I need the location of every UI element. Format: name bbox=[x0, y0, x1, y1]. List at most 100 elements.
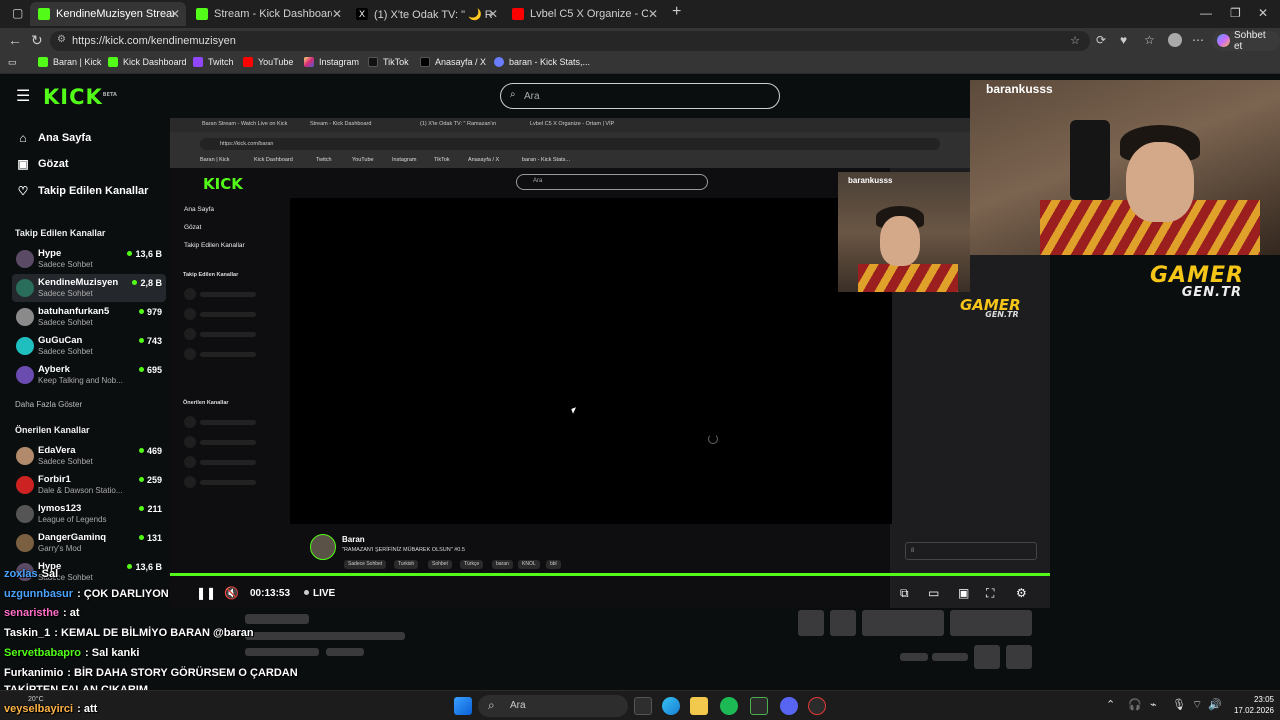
mute-icon[interactable]: 🔇 bbox=[224, 586, 239, 600]
sidebar-channel[interactable]: Hype Sadece Sohbet 13,6 B bbox=[12, 245, 166, 273]
clock-time: 23:05 bbox=[1253, 695, 1274, 704]
discord-icon[interactable] bbox=[780, 697, 798, 715]
browser-tab-strip: KendineMuzisyen Stream - Watch ✕ Stream … bbox=[0, 0, 1280, 28]
refresh-icon[interactable]: ↻ bbox=[31, 32, 43, 49]
new-tab-icon[interactable]: + bbox=[672, 3, 681, 21]
chat-username: Servetbabapro bbox=[4, 647, 82, 659]
progress-bar[interactable] bbox=[170, 573, 1050, 576]
kick-icon bbox=[108, 57, 118, 67]
nav-browse[interactable]: ▣ Gözat bbox=[16, 157, 68, 171]
close-tab-icon[interactable]: ✕ bbox=[170, 7, 180, 21]
search-input[interactable]: ⌕ Ara bbox=[500, 83, 780, 109]
nav-following[interactable]: ♡ Takip Edilen Kanallar bbox=[16, 184, 149, 198]
file-explorer-icon[interactable] bbox=[690, 697, 708, 715]
chat-message: Furkanimio: BİR DAHA STORY GÖRÜRSEM O ÇA… bbox=[4, 667, 298, 679]
show-more-link[interactable]: Daha Fazla Göster bbox=[15, 400, 82, 409]
nav-label: Takip Edilen Kanallar bbox=[38, 185, 149, 197]
chat-message: Servetbabapro: Sal kanki bbox=[4, 647, 139, 659]
kick-logo[interactable]: KICKBETA bbox=[43, 85, 117, 109]
browser-essentials-icon[interactable]: ♥ bbox=[1120, 33, 1127, 47]
network-icon[interactable]: ⌁ bbox=[1150, 698, 1157, 711]
show-hidden-icons-icon[interactable]: ⌃ bbox=[1106, 698, 1115, 711]
more-menu-icon[interactable]: ⋯ bbox=[1192, 33, 1204, 47]
browser-tab[interactable]: X (1) X'te Odak TV: " 🌙 Ramazan'ın ✕ bbox=[348, 2, 504, 26]
bookmark-item[interactable]: Twitch bbox=[193, 57, 234, 67]
bookmark-item[interactable]: baran - Kick Stats,... bbox=[494, 57, 590, 67]
inner-nav: Takip Edilen Kanallar bbox=[184, 242, 245, 249]
skeleton bbox=[184, 288, 196, 300]
bookmark-item[interactable]: Instagram bbox=[304, 57, 359, 67]
channel-name: Forbir1 bbox=[38, 474, 71, 485]
pip-icon[interactable]: ⧉ bbox=[900, 586, 909, 601]
back-icon[interactable]: ← bbox=[8, 32, 22, 48]
sidebar-channel[interactable]: batuhanfurkan5 Sadece Sohbet 979 bbox=[12, 303, 166, 331]
browser-tab[interactable]: Lvbel C5 X Organize - Ortam | VİP ✕ bbox=[504, 2, 664, 26]
minimize-icon[interactable]: — bbox=[1200, 6, 1212, 20]
fullscreen-icon[interactable]: ⛶ bbox=[986, 586, 994, 601]
bookmark-item[interactable]: TikTok bbox=[368, 57, 409, 67]
spotify-icon[interactable] bbox=[720, 697, 738, 715]
obs-icon[interactable] bbox=[808, 697, 826, 715]
system-clock[interactable]: 23:05 17.02.2026 bbox=[1224, 694, 1274, 716]
favorite-star-icon[interactable]: ☆ bbox=[1070, 34, 1080, 47]
chat-text: Sal bbox=[41, 568, 59, 580]
url-field[interactable]: ⚙ https://kick.com/kendinemuzisyen ☆ bbox=[50, 31, 1090, 51]
settings-gear-icon[interactable]: ⚙ bbox=[1016, 586, 1027, 600]
browser-tab[interactable]: Stream - Kick Dashboard ✕ bbox=[188, 2, 348, 26]
bookmark-item[interactable]: Baran | Kick bbox=[38, 57, 101, 67]
extensions-icon[interactable]: ⟳ bbox=[1096, 33, 1106, 47]
volume-icon[interactable]: 🔊 bbox=[1208, 698, 1222, 711]
bookmark-item[interactable]: YouTube bbox=[243, 57, 293, 67]
sidebar-channel[interactable]: EdaVera Sadece Sohbet 469 bbox=[12, 442, 166, 470]
favorites-icon[interactable]: ☆ bbox=[1144, 33, 1155, 47]
sidebar-channel[interactable]: Iymos123 League of Legends 211 bbox=[12, 500, 166, 528]
headphones-icon[interactable]: 🎧 bbox=[1128, 698, 1142, 711]
windows-start-icon[interactable] bbox=[454, 697, 472, 715]
microphone-icon[interactable]: 🎙 bbox=[1172, 698, 1186, 711]
close-tab-icon[interactable]: ✕ bbox=[648, 7, 658, 21]
browser-tab[interactable]: KendineMuzisyen Stream - Watch ✕ bbox=[30, 2, 186, 26]
taskbar-search[interactable]: ⌕ Ara bbox=[478, 695, 628, 717]
viewer-count: 743 bbox=[139, 336, 162, 346]
sidebar-channel[interactable]: Forbir1 Dale & Dawson Statio... 259 bbox=[12, 471, 166, 499]
address-bar-row: ← ↻ ⚙ https://kick.com/kendinemuzisyen ☆… bbox=[0, 28, 1280, 54]
clip-icon[interactable]: ▭ bbox=[928, 586, 939, 600]
sidebar-channel[interactable]: GuGuCan Sadece Sohbet 743 bbox=[12, 332, 166, 360]
tab-title: Lvbel C5 X Organize - Ortam | VİP bbox=[530, 8, 648, 20]
close-tab-icon[interactable]: ✕ bbox=[488, 7, 498, 21]
bookmark-item[interactable]: Kick Dashboard bbox=[108, 57, 187, 67]
viewer-count: 979 bbox=[139, 307, 162, 317]
chat-text: : att bbox=[77, 703, 98, 715]
bookmark-item[interactable]: Anasayfa / X bbox=[420, 57, 486, 67]
task-view-icon[interactable] bbox=[634, 697, 652, 715]
inner-bookmark: Twitch bbox=[316, 157, 332, 163]
kick-favicon-icon bbox=[196, 8, 208, 20]
video-player[interactable]: Baran Stream - Watch Live on Kick Stream… bbox=[170, 118, 1050, 608]
avatar[interactable] bbox=[1168, 33, 1182, 47]
inner-tab-strip: Baran Stream - Watch Live on Kick Stream… bbox=[170, 118, 970, 132]
chat-text: : BİR DAHA STORY GÖRÜRSEM O ÇARDAN bbox=[67, 667, 298, 679]
edge-icon[interactable] bbox=[662, 697, 680, 715]
sidebar-channel[interactable]: Ayberk Keep Talking and Nob... 695 bbox=[12, 361, 166, 389]
skeleton bbox=[1006, 645, 1032, 669]
wifi-icon[interactable]: ⌔ bbox=[1192, 698, 1202, 712]
nav-home[interactable]: ⌂ Ana Sayfa bbox=[16, 131, 91, 145]
menu-hamburger-icon[interactable]: ☰ bbox=[16, 86, 30, 106]
channel-category: Keep Talking and Nob... bbox=[38, 376, 123, 385]
theater-mode-icon[interactable]: ▣ bbox=[958, 586, 969, 600]
close-window-icon[interactable]: ✕ bbox=[1258, 6, 1268, 20]
sidebar-channel[interactable]: KendineMuzisyen Sadece Sohbet 2,8 B bbox=[12, 274, 166, 302]
site-info-icon[interactable]: ⚙ bbox=[57, 34, 66, 45]
close-tab-icon[interactable]: ✕ bbox=[332, 7, 342, 21]
sidebar-channel[interactable]: DangerGaminq Garry's Mod 131 bbox=[12, 529, 166, 557]
app-icon[interactable] bbox=[750, 697, 768, 715]
copilot-button[interactable]: Sohbet et bbox=[1212, 30, 1280, 52]
search-placeholder: Ara bbox=[524, 90, 540, 102]
skeleton bbox=[200, 352, 256, 357]
reading-list-icon[interactable]: ▭ bbox=[8, 57, 17, 68]
inner-bookmark: Baran | Kick bbox=[200, 157, 230, 163]
avatar bbox=[16, 447, 34, 465]
pause-icon[interactable]: ❚❚ bbox=[196, 586, 216, 600]
restore-icon[interactable]: ❐ bbox=[1230, 6, 1241, 20]
tab-actions-icon[interactable]: ▢ bbox=[12, 6, 23, 20]
